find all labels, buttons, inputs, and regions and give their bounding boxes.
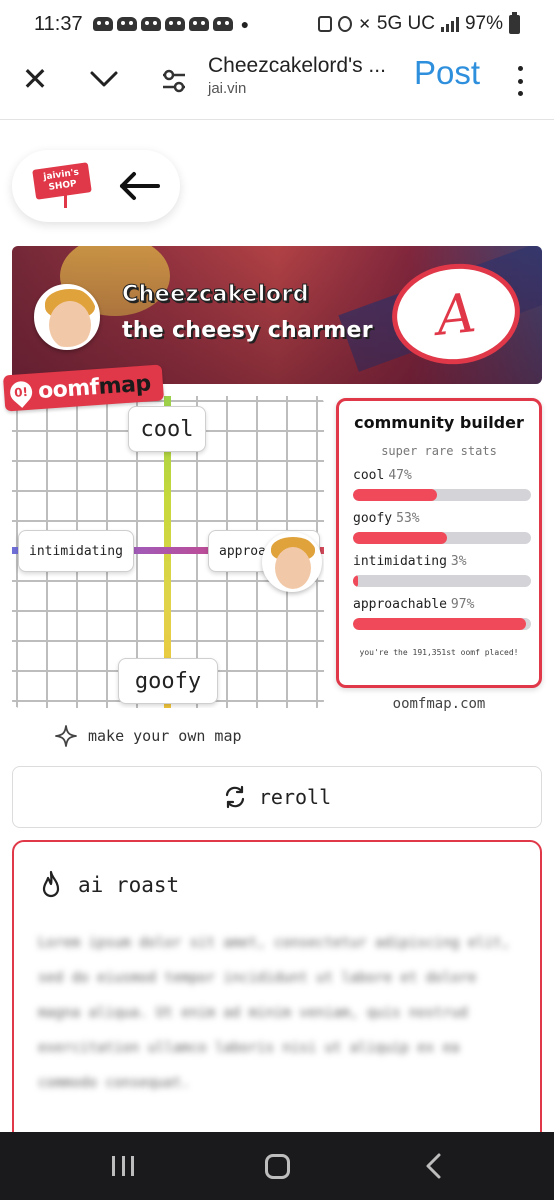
back-arrow-icon[interactable]	[116, 168, 162, 204]
stat-bar	[353, 489, 531, 501]
roast-title: ai roast	[78, 873, 180, 897]
map-avatar-marker	[262, 532, 322, 592]
network-type: 5G UC	[376, 13, 435, 34]
back-icon[interactable]	[424, 1152, 444, 1180]
make-map-link[interactable]: make your own map	[54, 724, 242, 748]
profile-tagline: the cheesy charmer	[122, 318, 373, 343]
battery-saver-icon	[318, 16, 333, 32]
reroll-label: reroll	[258, 785, 332, 809]
discord-icon	[140, 17, 161, 31]
stat-bar-fill	[353, 489, 437, 501]
discord-icon	[164, 17, 185, 31]
more-options-icon[interactable]	[514, 66, 526, 96]
mute-icon: ✕	[358, 16, 371, 33]
stat-label: intimidating	[353, 554, 447, 569]
discord-icon	[92, 17, 113, 31]
stat-label: goofy	[353, 511, 393, 526]
system-nav-bar	[0, 1132, 554, 1200]
discord-icon	[116, 17, 137, 31]
stat-percent: 53%	[396, 511, 420, 526]
page-title: Cheezcakelord's ...	[208, 54, 386, 77]
grade-letter: A	[433, 280, 479, 348]
close-icon[interactable]: ✕	[18, 60, 52, 98]
page-url: jai.vin	[208, 80, 247, 97]
shop-logo-sign: jaivin's SHOP	[32, 162, 92, 200]
system-status: ✕ 5G UC 97%	[318, 11, 520, 35]
map-pin-icon: 0!	[5, 376, 37, 408]
shop-nav-pill[interactable]: jaivin's SHOP	[12, 150, 180, 222]
profile-name: Cheezcakelord	[121, 282, 310, 308]
axis-label-bottom: goofy	[118, 658, 218, 704]
stat-row: intimidating 3%	[353, 554, 531, 587]
stat-percent: 47%	[388, 468, 412, 483]
stat-row: cool 47%	[353, 468, 531, 501]
sparkle-icon	[55, 725, 77, 747]
refresh-icon	[225, 785, 244, 809]
page-content: jaivin's SHOP Cheezcakelord the cheesy c…	[0, 120, 554, 1132]
stat-percent: 97%	[450, 597, 475, 612]
signal-icon	[440, 16, 459, 32]
browser-toolbar: ✕ Cheezcakelord's ... jai.vin Post	[0, 48, 554, 120]
stat-row: approachable 97%	[353, 597, 531, 630]
fire-icon	[42, 870, 60, 898]
stat-bar	[353, 618, 531, 630]
stat-percent: 3%	[450, 554, 467, 569]
home-icon[interactable]	[265, 1154, 290, 1179]
stat-bar	[353, 575, 531, 587]
oomfmap-site-link[interactable]: oomfmap.com	[336, 696, 542, 712]
avatar	[34, 284, 100, 350]
stat-label: cool	[353, 468, 385, 483]
make-map-label: make your own map	[88, 727, 242, 745]
status-time: 11:37	[34, 12, 83, 35]
chevron-down-icon[interactable]	[86, 62, 122, 96]
discord-icon	[212, 17, 233, 31]
discord-icon	[188, 17, 209, 31]
stats-card: community builder super rare stats cool 4…	[336, 398, 542, 688]
stat-label: approachable	[353, 597, 447, 612]
alarm-icon	[338, 16, 353, 32]
roast-text-blurred: Lorem ipsum dolor sit amet, consectetur …	[38, 935, 511, 1091]
stat-bar	[353, 532, 531, 544]
placement-count: you're the 191,351st oomf placed!	[359, 648, 519, 657]
reroll-button[interactable]: reroll	[12, 766, 542, 828]
stat-row: goofy 53%	[353, 511, 531, 544]
battery-icon	[509, 11, 520, 34]
page-title-block[interactable]: Cheezcakelord's ... jai.vin	[208, 54, 408, 97]
oomf-map-grid: cool goofy intimidating approachable	[12, 396, 324, 708]
stats-subtitle: super rare stats	[381, 444, 497, 458]
more-notifications-dot: ●	[240, 16, 250, 32]
oomfmap-brand-suffix: map	[97, 370, 152, 400]
battery-percent: 97%	[464, 13, 503, 34]
stat-bar-fill	[353, 575, 359, 587]
stat-bar-fill	[353, 532, 448, 544]
shop-logo[interactable]: jaivin's SHOP	[32, 162, 92, 208]
notification-icons: ●	[92, 16, 250, 32]
stats-title: community builder	[354, 413, 524, 432]
post-button[interactable]: Post	[414, 54, 480, 92]
axis-label-left: intimidating	[18, 530, 134, 572]
axis-label-top: cool	[128, 406, 206, 452]
profile-banner: Cheezcakelord the cheesy charmer A	[12, 246, 542, 384]
ai-roast-card: ai roast Lorem ipsum dolor sit amet, con…	[12, 840, 542, 1132]
stat-bar-fill	[353, 618, 526, 630]
recents-icon[interactable]	[112, 1156, 134, 1176]
oomfmap-brand-prefix: oomf	[37, 374, 100, 404]
status-bar: 11:37 ● ✕ 5G UC 97%	[0, 0, 554, 48]
page-settings-icon[interactable]	[160, 68, 188, 94]
